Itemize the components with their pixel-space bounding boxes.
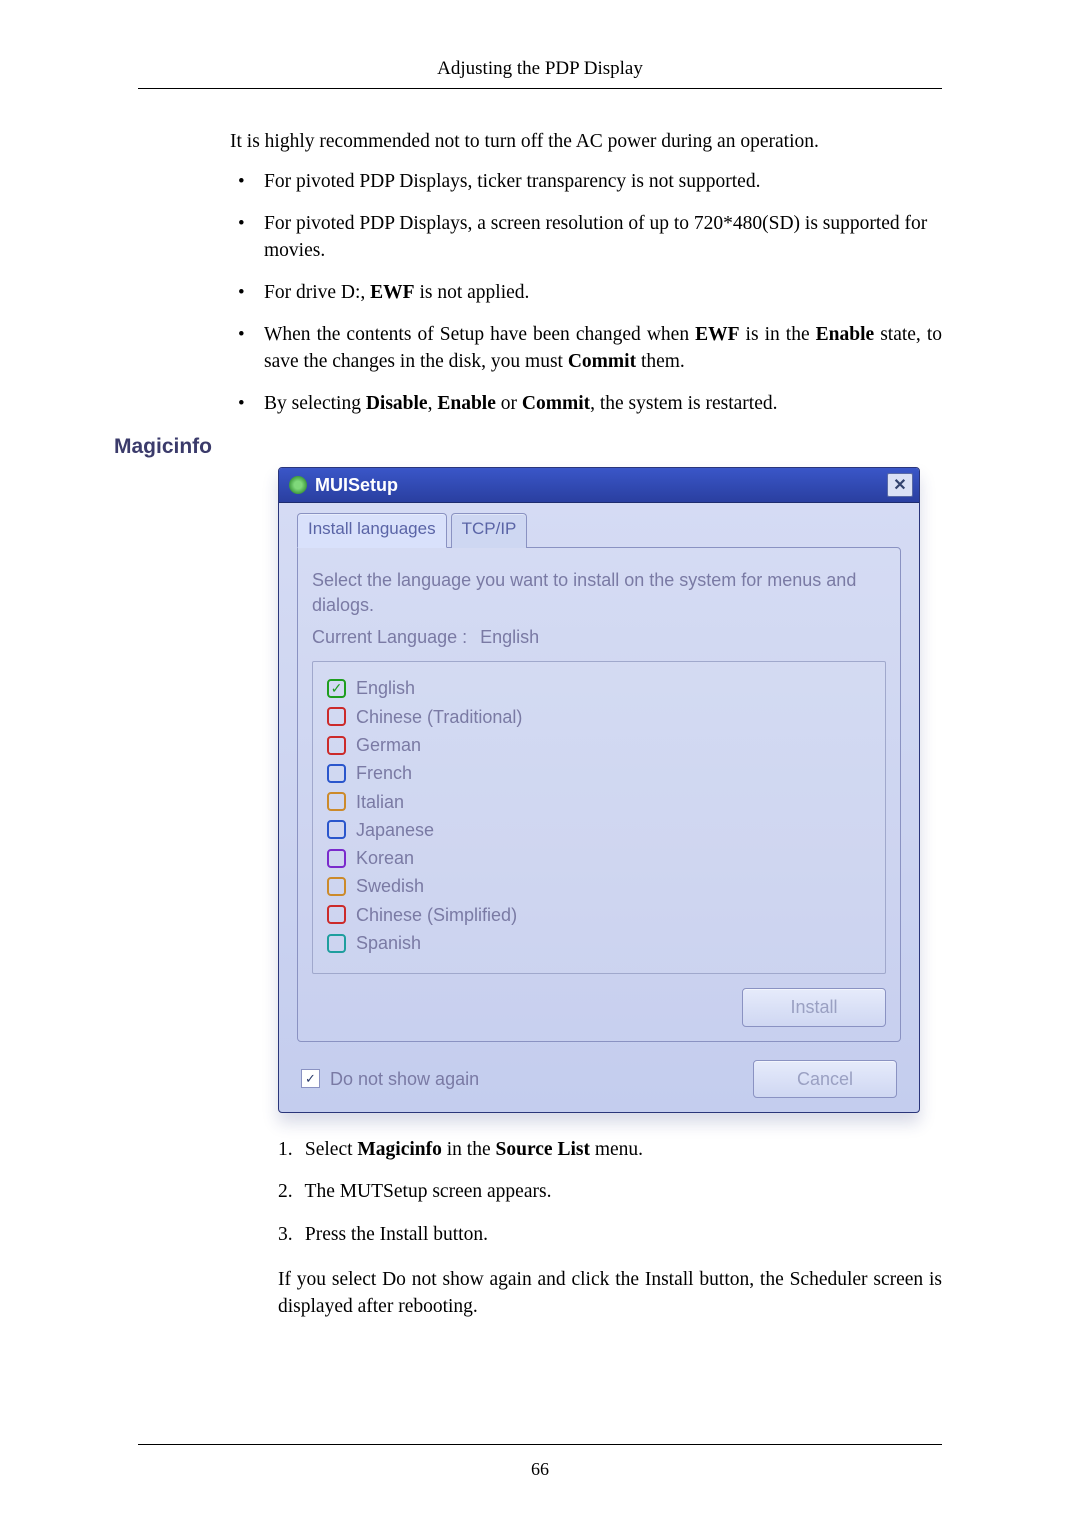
text: is not applied. <box>415 282 530 303</box>
tab-install-languages[interactable]: Install languages <box>297 513 447 548</box>
language-item-japanese[interactable]: Japanese <box>327 818 871 842</box>
language-item-chinese-traditional[interactable]: Chinese (Traditional) <box>327 705 871 729</box>
language-label: French <box>356 761 412 785</box>
titlebar: MUISetup ✕ <box>279 468 919 503</box>
step-item: 2. The MUTSetup screen appears. <box>278 1179 942 1205</box>
section-heading-magicinfo: Magicinfo <box>114 433 942 461</box>
text: Select <box>305 1139 358 1160</box>
text: them. <box>636 351 685 372</box>
text: , the system is restarted. <box>590 393 777 414</box>
bullet-item: For pivoted PDP Displays, ticker transpa… <box>230 169 942 195</box>
language-list: ✓ English Chinese (Traditional) German Fr… <box>312 661 886 974</box>
language-label: Chinese (Simplified) <box>356 903 517 927</box>
checkbox-icon[interactable] <box>327 764 346 783</box>
step-number: 2. <box>278 1179 300 1205</box>
text: or <box>496 393 522 414</box>
text: By selecting <box>264 393 366 414</box>
text: The MUTSetup screen appears. <box>305 1181 552 1202</box>
step-number: 3. <box>278 1222 300 1248</box>
numbered-steps: 1. Select Magicinfo in the Source List m… <box>278 1137 942 1248</box>
language-label: Chinese (Traditional) <box>356 705 522 729</box>
text-bold: Enable <box>437 393 496 414</box>
bullet-item: By selecting Disable, Enable or Commit, … <box>230 391 942 417</box>
language-item-french[interactable]: French <box>327 761 871 785</box>
cancel-button[interactable]: Cancel <box>753 1060 897 1098</box>
checkbox-icon[interactable] <box>327 736 346 755</box>
checkbox-icon[interactable] <box>327 849 346 868</box>
dialog-footer: ✓ Do not show again Cancel <box>297 1060 901 1098</box>
bullet-item: For drive D:, EWF is not applied. <box>230 280 942 306</box>
page-number: 66 <box>0 1457 1080 1481</box>
text: When the contents of Setup have been cha… <box>264 324 695 345</box>
bullet-list: For pivoted PDP Displays, ticker transpa… <box>230 169 942 417</box>
text-bold: Magicinfo <box>357 1139 441 1160</box>
language-item-spanish[interactable]: Spanish <box>327 931 871 955</box>
language-item-korean[interactable]: Korean <box>327 846 871 870</box>
tab-strip: Install languages TCP/IP <box>297 513 901 548</box>
intro-paragraph: It is highly recommended not to turn off… <box>230 129 942 155</box>
current-language-value: English <box>480 627 539 647</box>
bullet-item: When the contents of Setup have been cha… <box>230 322 942 375</box>
language-item-english[interactable]: ✓ English <box>327 676 871 700</box>
text-bold: Commit <box>522 393 590 414</box>
bullet-item: For pivoted PDP Displays, a screen resol… <box>230 211 942 264</box>
tab-panel: Select the language you want to install … <box>297 547 901 1041</box>
text-bold: Enable <box>816 324 875 345</box>
checkbox-icon[interactable] <box>327 792 346 811</box>
language-item-chinese-simplified[interactable]: Chinese (Simplified) <box>327 903 871 927</box>
text: menu. <box>590 1139 643 1160</box>
current-language-row: Current Language : English <box>312 625 886 649</box>
language-label: Spanish <box>356 931 421 955</box>
prompt-text: Select the language you want to install … <box>312 568 886 617</box>
language-label: Korean <box>356 846 414 870</box>
checkbox-icon[interactable] <box>327 877 346 896</box>
language-label: German <box>356 733 421 757</box>
dont-show-label: Do not show again <box>330 1067 479 1091</box>
header-rule <box>138 88 942 89</box>
language-item-swedish[interactable]: Swedish <box>327 874 871 898</box>
text-bold: EWF <box>695 324 739 345</box>
language-item-german[interactable]: German <box>327 733 871 757</box>
tab-tcpip[interactable]: TCP/IP <box>451 513 528 548</box>
step-item: 3. Press the Install button. <box>278 1222 942 1248</box>
muisetup-dialog: MUISetup ✕ Install languages TCP/IP Sele… <box>278 467 920 1112</box>
window-title: MUISetup <box>315 473 887 497</box>
text: in the <box>442 1139 496 1160</box>
running-header: Adjusting the PDP Display <box>138 56 942 88</box>
install-button[interactable]: Install <box>742 988 886 1026</box>
language-label: Swedish <box>356 874 424 898</box>
language-item-italian[interactable]: Italian <box>327 790 871 814</box>
text: , <box>428 393 438 414</box>
text-bold: Commit <box>568 351 636 372</box>
checkbox-icon[interactable] <box>327 905 346 924</box>
close-button[interactable]: ✕ <box>887 473 913 497</box>
language-label: Japanese <box>356 818 434 842</box>
footer-rule <box>138 1444 942 1445</box>
checkbox-icon[interactable] <box>327 934 346 953</box>
current-language-label: Current Language : <box>312 627 467 647</box>
text-bold: Disable <box>366 393 428 414</box>
dialog-body: Install languages TCP/IP Select the lang… <box>279 503 919 1111</box>
trailing-paragraph: If you select Do not show again and clic… <box>278 1267 942 1320</box>
text: is in the <box>740 324 816 345</box>
checkbox-icon[interactable] <box>327 820 346 839</box>
language-label: Italian <box>356 790 404 814</box>
checkbox-icon[interactable]: ✓ <box>327 679 346 698</box>
dont-show-checkbox[interactable]: ✓ <box>301 1069 320 1088</box>
text-bold: Source List <box>496 1139 590 1160</box>
text: For drive D:, <box>264 282 370 303</box>
text: Press the Install button. <box>305 1224 488 1245</box>
step-number: 1. <box>278 1137 300 1163</box>
language-label: English <box>356 676 415 700</box>
step-item: 1. Select Magicinfo in the Source List m… <box>278 1137 942 1163</box>
app-icon <box>289 476 307 494</box>
text-bold: EWF <box>370 282 414 303</box>
checkbox-icon[interactable] <box>327 707 346 726</box>
